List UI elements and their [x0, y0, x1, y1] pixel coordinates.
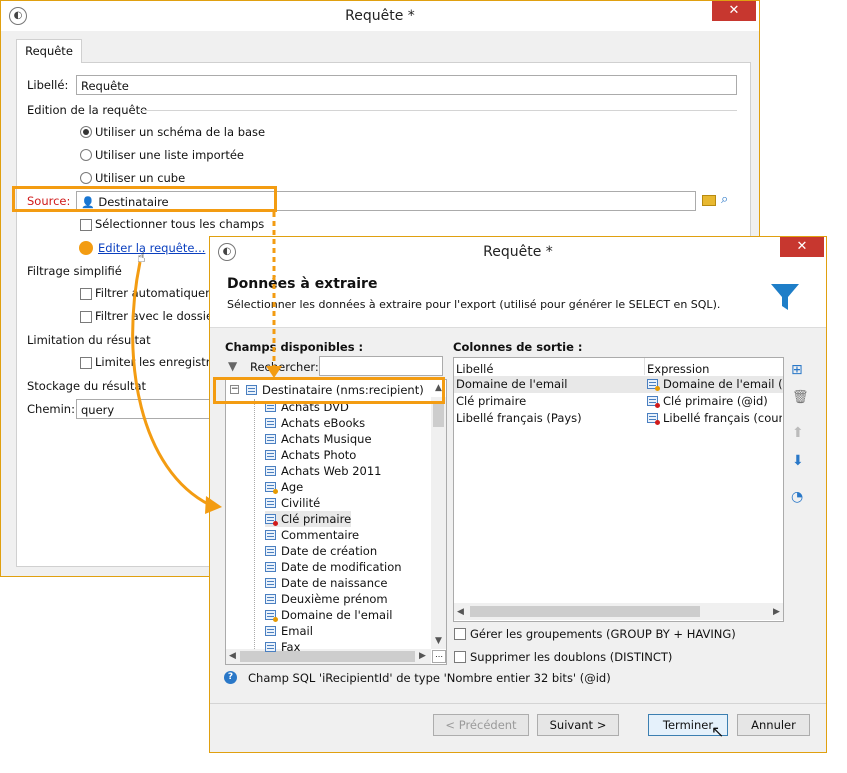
hand-cursor-icon: ☝ [137, 250, 146, 266]
annotation-arrows [131, 212, 282, 514]
